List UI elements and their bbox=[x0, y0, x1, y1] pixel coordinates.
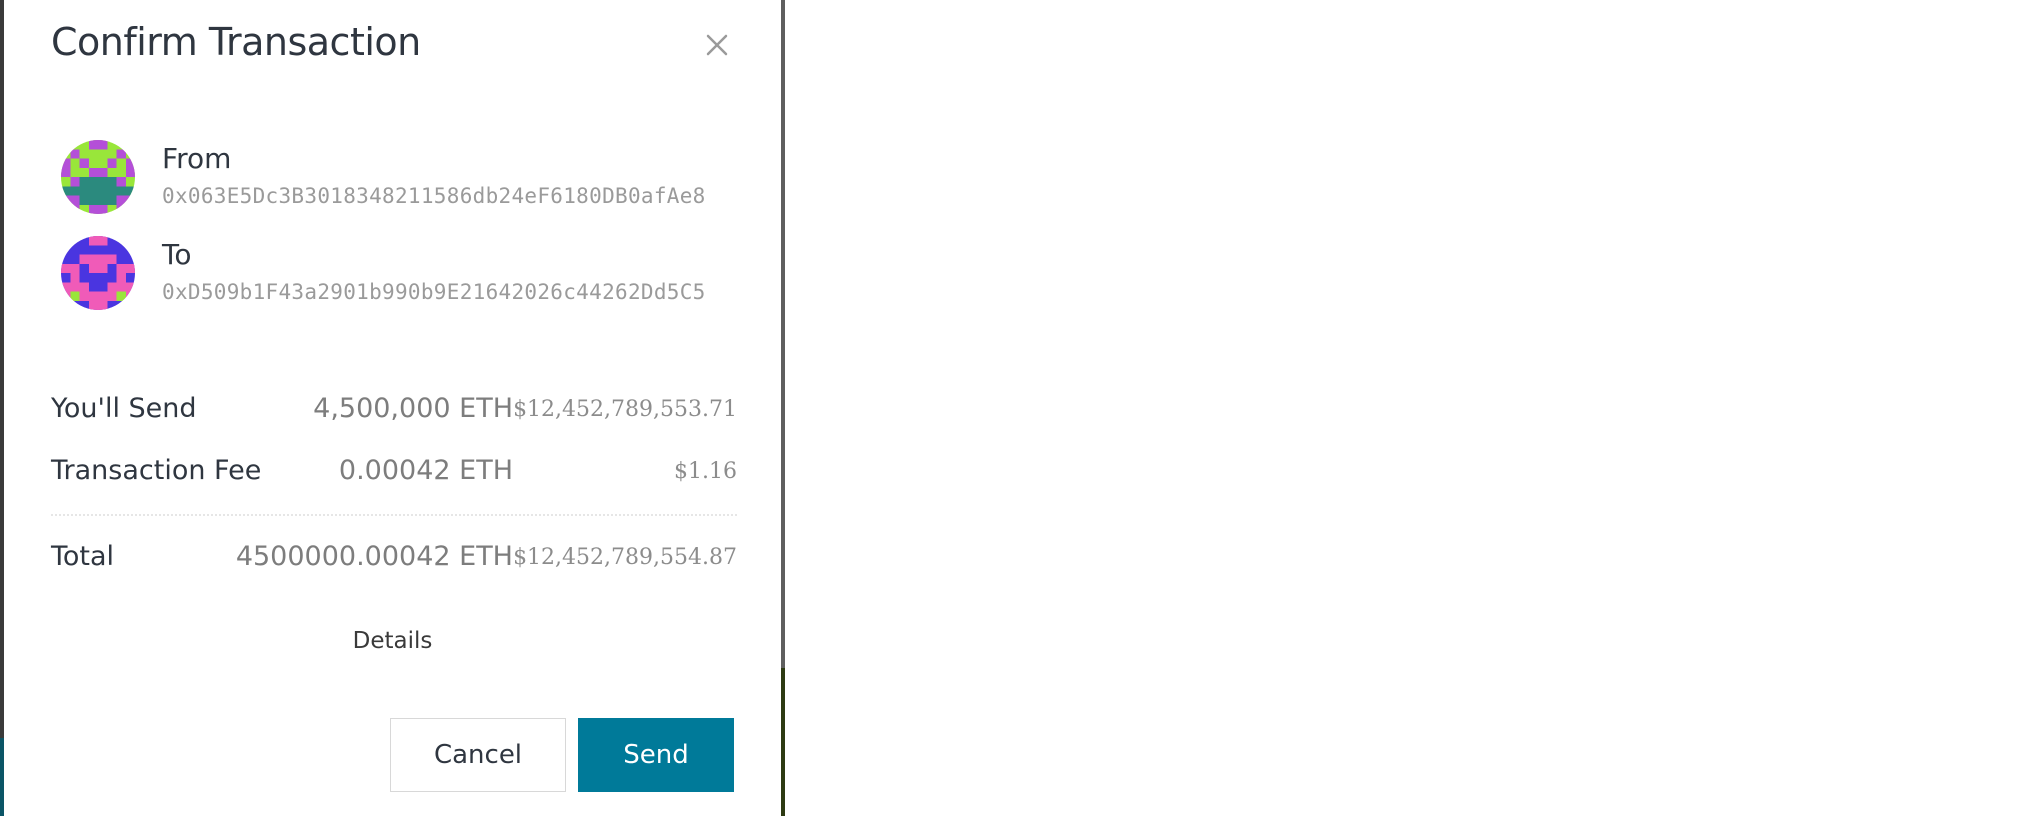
dialog-title: Confirm Transaction bbox=[51, 20, 421, 64]
total-usd-value: $12,452,789,554.87 bbox=[513, 545, 737, 570]
details-link[interactable]: Details bbox=[4, 628, 781, 654]
to-avatar bbox=[61, 236, 135, 310]
from-address: 0x063E5Dc3B3018348211586db24eF6180DB0afA… bbox=[162, 184, 706, 208]
fee-row: Transaction Fee 0.00042 ETH $1.16 bbox=[51, 455, 737, 495]
send-amount: 4,500,000 ETH bbox=[313, 393, 513, 424]
from-label: From bbox=[162, 142, 232, 175]
total-label: Total bbox=[51, 541, 115, 572]
identicon-avatar bbox=[61, 236, 135, 310]
send-button[interactable]: Send bbox=[578, 718, 734, 792]
total-row: Total 4500000.00042 ETH $12,452,789,554.… bbox=[51, 541, 737, 581]
to-address: 0xD509b1F43a2901b990b9E21642026c44262Dd5… bbox=[162, 280, 706, 304]
fee-label: Transaction Fee bbox=[51, 455, 262, 486]
fee-usd-value: $1.16 bbox=[674, 459, 737, 484]
fee-amount: 0.00042 ETH bbox=[338, 455, 513, 486]
send-usd-value: $12,452,789,553.71 bbox=[513, 397, 737, 422]
close-button[interactable] bbox=[698, 26, 736, 64]
cancel-button[interactable]: Cancel bbox=[390, 718, 566, 792]
total-amount: 4500000.00042 ETH bbox=[235, 541, 513, 572]
screen: Confirm Transaction From 0x063E5Dc3B3018… bbox=[0, 0, 2041, 816]
send-amount-row: You'll Send 4,500,000 ETH $12,452,789,55… bbox=[51, 393, 737, 433]
background-edge-right-accent bbox=[781, 668, 785, 816]
summary-divider bbox=[51, 514, 737, 516]
confirm-transaction-dialog: Confirm Transaction From 0x063E5Dc3B3018… bbox=[4, 0, 781, 816]
to-label: To bbox=[162, 238, 192, 271]
identicon-avatar bbox=[61, 140, 135, 214]
from-avatar bbox=[61, 140, 135, 214]
send-label: You'll Send bbox=[51, 393, 197, 424]
close-icon bbox=[706, 34, 728, 56]
